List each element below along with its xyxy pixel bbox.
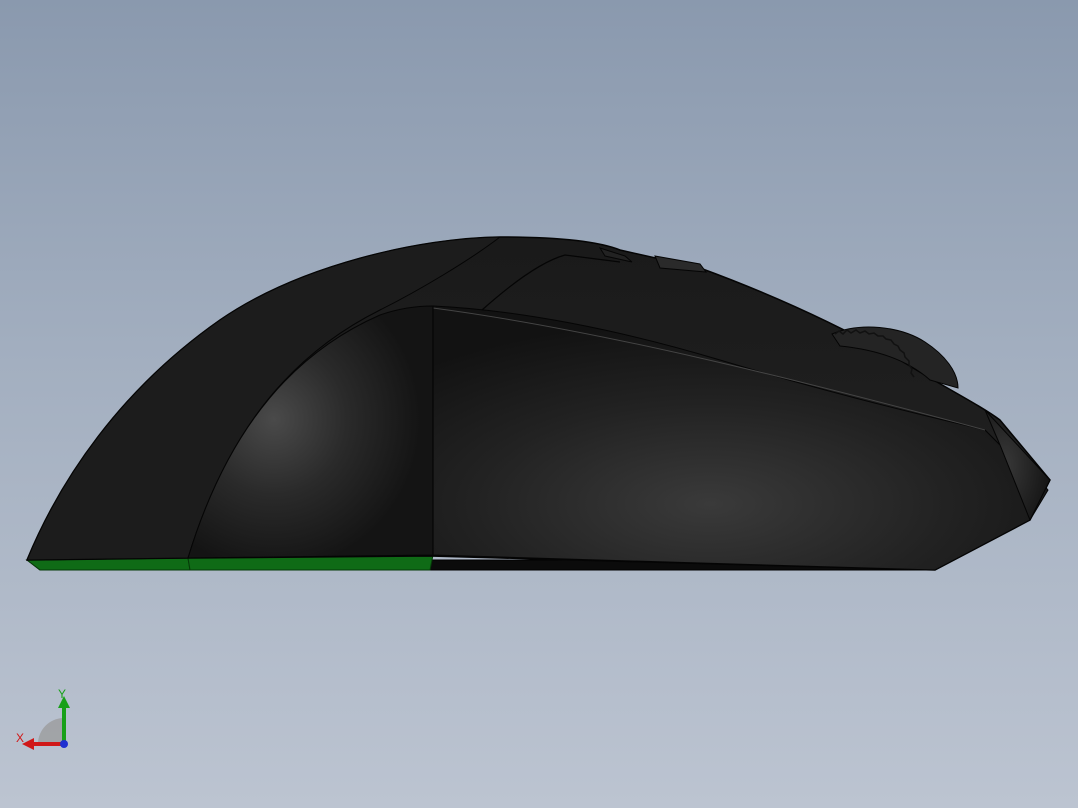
triad-gray-arc — [38, 718, 64, 744]
y-axis-label: Y — [58, 687, 67, 701]
graphics-viewport[interactable]: X Y — [0, 0, 1078, 808]
x-axis-label: X — [16, 731, 25, 745]
axis-triad: X Y — [10, 684, 80, 754]
mouse-3d-model[interactable] — [0, 0, 1078, 808]
z-axis-dot — [60, 740, 68, 748]
